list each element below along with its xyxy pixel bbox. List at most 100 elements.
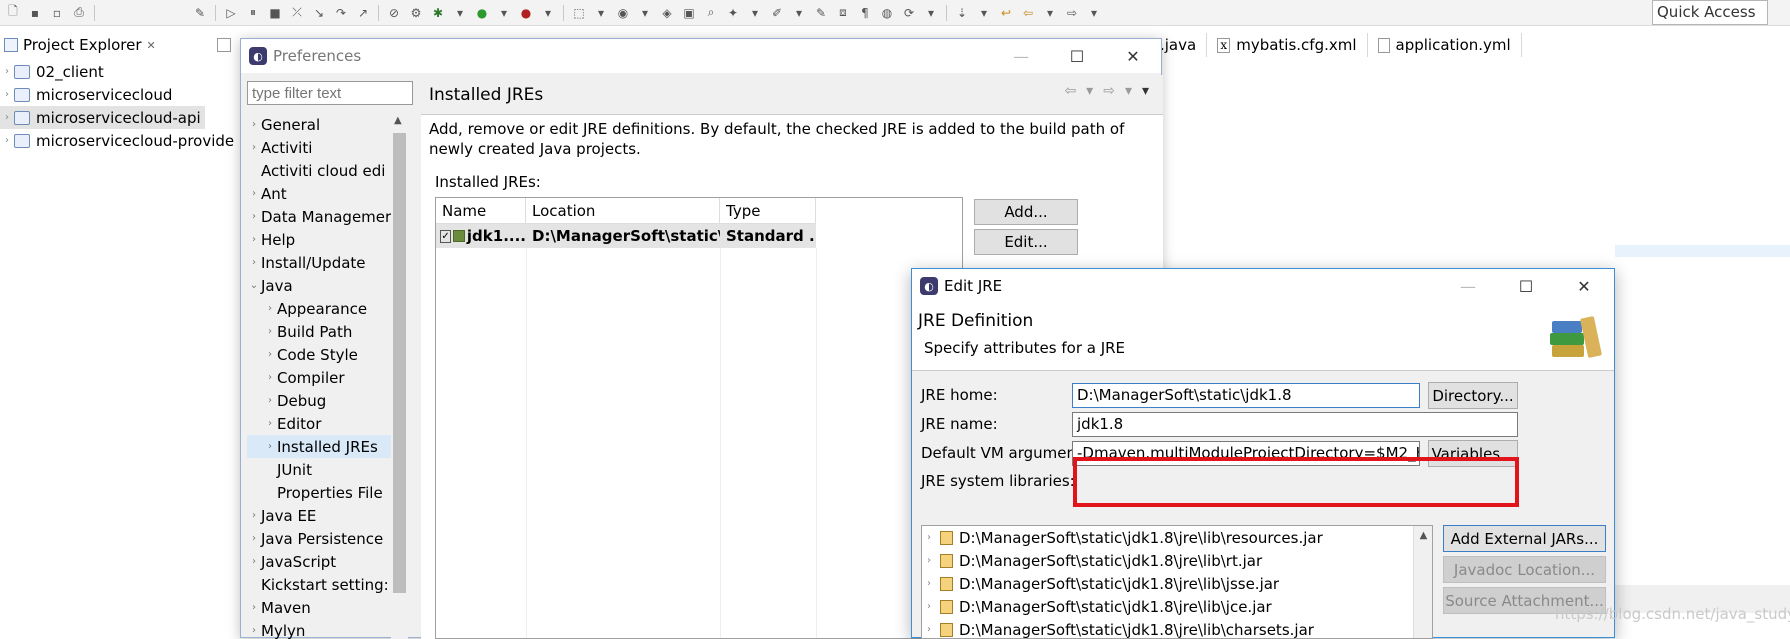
library-item[interactable]: › D:\ManagerSoft\static\jdk1.8\jre\lib\rt… bbox=[922, 549, 1432, 572]
expand-arrow-icon[interactable]: › bbox=[922, 624, 936, 635]
tree-item[interactable]: ⌄ Java bbox=[247, 274, 397, 297]
javadoc-location-button[interactable]: Javadoc Location... bbox=[1443, 556, 1606, 583]
project-item[interactable]: › 02_client bbox=[0, 60, 240, 83]
dropdown-icon[interactable]: ▾ bbox=[1086, 83, 1093, 99]
debug-icon[interactable]: ✱ bbox=[428, 4, 448, 22]
minimize-button[interactable]: — bbox=[1440, 269, 1496, 303]
tree-item[interactable]: › Data Managemer bbox=[247, 205, 397, 228]
dropdown-icon[interactable]: ▾ bbox=[745, 4, 765, 22]
project-item[interactable]: › microservicecloud-provide bbox=[0, 129, 240, 152]
filter-input[interactable] bbox=[247, 81, 413, 105]
dropdown-icon[interactable]: ▾ bbox=[974, 4, 994, 22]
dropdown-icon[interactable]: ▾ bbox=[450, 4, 470, 22]
editor-tab[interactable]: application.yml bbox=[1368, 33, 1522, 57]
expand-arrow-icon[interactable]: › bbox=[263, 395, 277, 406]
dropdown-icon[interactable]: ▾ bbox=[921, 4, 941, 22]
dropdown-icon[interactable]: ▾ bbox=[1040, 4, 1060, 22]
project-explorer-tab[interactable]: Project Explorer ✕ bbox=[0, 33, 240, 57]
tree-item[interactable]: › Java EE bbox=[247, 504, 397, 527]
column-header-location[interactable]: Location bbox=[526, 198, 720, 224]
dropdown-icon[interactable]: ▾ bbox=[635, 4, 655, 22]
maximize-button[interactable]: ☐ bbox=[1498, 269, 1554, 303]
table-row[interactable]: ✓ jdk1.... bbox=[436, 224, 526, 248]
expand-arrow-icon[interactable]: › bbox=[247, 533, 261, 544]
add-external-jars-button[interactable]: Add External JARs... bbox=[1443, 525, 1606, 552]
expand-arrow-icon[interactable]: › bbox=[922, 601, 936, 612]
tree-item[interactable]: › Java Persistence bbox=[247, 527, 397, 550]
tree-item[interactable]: JUnit bbox=[247, 458, 397, 481]
expand-arrow-icon[interactable]: › bbox=[922, 578, 936, 589]
tree-item[interactable]: › Code Style bbox=[247, 343, 397, 366]
expand-arrow-icon[interactable]: › bbox=[247, 211, 261, 222]
disconnect-icon[interactable]: ⤫ bbox=[287, 4, 307, 22]
step-return-icon[interactable]: ↗ bbox=[353, 4, 373, 22]
dropdown-icon[interactable]: ▾ bbox=[538, 4, 558, 22]
resume-icon[interactable]: ▷ bbox=[221, 4, 241, 22]
close-button[interactable]: ✕ bbox=[1105, 39, 1161, 73]
show-whitespace-icon[interactable]: ¶ bbox=[855, 4, 875, 22]
open-type-icon[interactable]: ◈ bbox=[657, 4, 677, 22]
dropdown-icon[interactable]: ▾ bbox=[1084, 4, 1104, 22]
table-cell-location[interactable]: D:\ManagerSoft\static\jd... bbox=[526, 224, 720, 248]
tree-item[interactable]: › Appearance bbox=[247, 297, 397, 320]
forward-icon[interactable]: ⇨ bbox=[1062, 4, 1082, 22]
dropdown-icon[interactable]: ▾ bbox=[789, 4, 809, 22]
globe-icon[interactable]: ◉ bbox=[613, 4, 633, 22]
jre-name-field[interactable]: jdk1.8 bbox=[1072, 412, 1518, 437]
minimize-view-icon[interactable] bbox=[217, 38, 231, 52]
dropdown-icon[interactable]: ▾ bbox=[591, 4, 611, 22]
web-browser-icon[interactable]: ◍ bbox=[877, 4, 897, 22]
tree-item[interactable]: Properties File bbox=[247, 481, 397, 504]
next-annotation-icon[interactable]: ⇣ bbox=[952, 4, 972, 22]
expand-arrow-icon[interactable]: › bbox=[0, 112, 14, 123]
library-item[interactable]: › D:\ManagerSoft\static\jdk1.8\jre\lib\jc… bbox=[922, 595, 1432, 618]
tree-item[interactable]: › Help bbox=[247, 228, 397, 251]
tree-item[interactable]: Activiti cloud edi bbox=[247, 159, 397, 182]
expand-arrow-icon[interactable]: › bbox=[263, 372, 277, 383]
expand-arrow-icon[interactable]: › bbox=[0, 66, 14, 77]
expand-arrow-icon[interactable]: › bbox=[263, 303, 277, 314]
tree-item[interactable]: › Build Path bbox=[247, 320, 397, 343]
close-icon[interactable]: ✕ bbox=[147, 39, 156, 52]
skip-breakpoints-icon[interactable]: ⊘ bbox=[384, 4, 404, 22]
project-item[interactable]: › microservicecloud bbox=[0, 83, 240, 106]
new-server-icon[interactable]: ⬚ bbox=[569, 4, 589, 22]
close-button[interactable]: ✕ bbox=[1556, 269, 1612, 303]
library-item[interactable]: › D:\ManagerSoft\static\jdk1.8\jre\lib\re… bbox=[922, 526, 1432, 549]
expand-arrow-icon[interactable]: › bbox=[263, 326, 277, 337]
minimize-button[interactable]: — bbox=[993, 39, 1049, 73]
dropdown-icon[interactable]: ▾ bbox=[494, 4, 514, 22]
step-into-icon[interactable]: ↘ bbox=[309, 4, 329, 22]
directory-button[interactable]: Directory... bbox=[1428, 382, 1518, 409]
tree-item[interactable]: › Ant bbox=[247, 182, 397, 205]
checkbox-checked-icon[interactable]: ✓ bbox=[440, 229, 452, 243]
table-cell-type[interactable]: Standard ... bbox=[720, 224, 816, 248]
tree-item-installed-jres[interactable]: › Installed JREs bbox=[247, 435, 397, 458]
expand-arrow-icon[interactable]: › bbox=[263, 349, 277, 360]
quick-access-field[interactable]: Quick Access bbox=[1652, 0, 1768, 25]
expand-arrow-icon[interactable]: › bbox=[247, 142, 261, 153]
column-header-name[interactable]: Name bbox=[436, 198, 526, 224]
scroll-up-icon[interactable]: ▲ bbox=[1414, 530, 1432, 541]
save-all-icon[interactable]: ▫ bbox=[47, 4, 67, 22]
collapse-arrow-icon[interactable]: ⌄ bbox=[247, 280, 261, 291]
expand-arrow-icon[interactable]: › bbox=[0, 135, 14, 146]
add-button[interactable]: Add... bbox=[974, 199, 1078, 225]
tree-item[interactable]: › Debug bbox=[247, 389, 397, 412]
external-tools-icon[interactable]: ● bbox=[516, 4, 536, 22]
tree-item[interactable]: › Install/Update bbox=[247, 251, 397, 274]
refactor-icon[interactable]: ⟳ bbox=[899, 4, 919, 22]
expand-arrow-icon[interactable]: › bbox=[922, 555, 936, 566]
block-select-icon[interactable]: ⧈ bbox=[833, 4, 853, 22]
tree-item[interactable]: › Editor bbox=[247, 412, 397, 435]
tree-item[interactable]: › General bbox=[247, 113, 397, 136]
tree-item[interactable]: › Maven bbox=[247, 596, 397, 619]
project-item[interactable]: › microservicecloud-api bbox=[0, 106, 205, 129]
open-folder-icon[interactable]: ▣ bbox=[679, 4, 699, 22]
new-file-icon[interactable]: 🗋 bbox=[3, 4, 23, 22]
back-icon[interactable]: ⇦ bbox=[1064, 83, 1076, 99]
back-icon[interactable]: ⇦ bbox=[1018, 4, 1038, 22]
tree-item[interactable]: › Compiler bbox=[247, 366, 397, 389]
search-icon[interactable]: ⌕ bbox=[701, 4, 721, 22]
edit-button[interactable]: Edit... bbox=[974, 229, 1078, 255]
